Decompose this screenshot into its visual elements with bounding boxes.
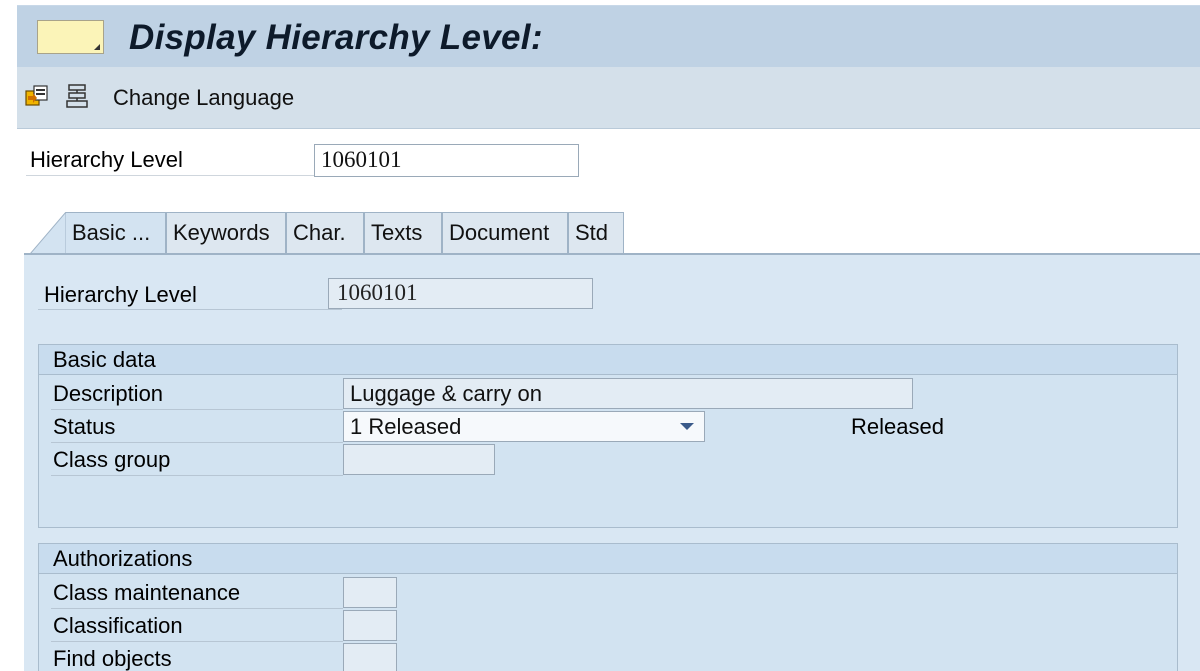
label-underline [38, 309, 342, 310]
class-group-label: Class group [53, 447, 171, 472]
label-underline [51, 409, 343, 410]
class-group-field [343, 444, 495, 475]
chevron-down-icon[interactable] [680, 423, 694, 430]
label-underline [26, 175, 316, 176]
copy-object-icon[interactable] [25, 80, 49, 112]
hierarchy-list-icon[interactable] [65, 80, 89, 112]
description-field: Luggage & carry on [343, 378, 913, 409]
label-underline [51, 442, 343, 443]
panel-hierarchy-level-label: Hierarchy Level [44, 282, 197, 307]
class-maintenance-label: Class maintenance [53, 580, 241, 605]
class-maintenance-row: Class maintenance [51, 577, 1173, 610]
application-toolbar: Change Language [17, 67, 1200, 129]
panel-hierarchy-level-field: 1060101 [328, 278, 593, 309]
tab-keywords[interactable]: Keywords [166, 212, 286, 254]
tab-document[interactable]: Document [442, 212, 568, 254]
resize-corner-icon [94, 44, 100, 50]
window-left-edge [0, 0, 17, 671]
find-objects-field [343, 643, 397, 671]
tab-basic[interactable]: Basic ... [66, 212, 166, 254]
find-objects-row: Find objects [53, 643, 1173, 671]
label-underline [51, 475, 343, 476]
hierarchy-level-label: Hierarchy Level [30, 147, 183, 172]
status-row: Status 1 Released Released [51, 411, 1173, 444]
title-bar: Display Hierarchy Level: [17, 5, 1200, 67]
hierarchy-level-input[interactable]: 1060101 [314, 144, 579, 177]
tab-slant-decoration [30, 212, 66, 254]
authorizations-group: Authorizations Class maintenance Classif… [38, 543, 1178, 671]
classification-label: Classification [53, 613, 183, 638]
status-dropdown[interactable]: 1 Released [343, 411, 705, 442]
tab-std[interactable]: Std [568, 212, 624, 254]
label-underline [51, 641, 343, 642]
classification-field [343, 610, 397, 641]
find-objects-label: Find objects [53, 646, 172, 671]
page-title: Display Hierarchy Level: [129, 18, 543, 57]
description-row: Description Luggage & carry on [51, 378, 1173, 411]
status-label: Status [53, 414, 116, 439]
authorizations-title: Authorizations [39, 544, 1177, 574]
change-language-button[interactable]: Change Language [113, 85, 294, 111]
label-underline [51, 608, 343, 609]
tab-texts[interactable]: Texts [364, 212, 442, 254]
status-selected-value: 1 Released [350, 414, 462, 439]
classification-row: Classification [51, 610, 1173, 643]
basic-data-group: Basic data Description Luggage & carry o… [38, 344, 1178, 528]
tab-char[interactable]: Char. [286, 212, 364, 254]
class-maintenance-field [343, 577, 397, 608]
command-field[interactable] [37, 20, 104, 54]
status-description: Released [851, 414, 944, 439]
tab-panel-basic: Hierarchy Level 1060101 Basic data Descr… [24, 255, 1200, 671]
class-group-row: Class group [51, 444, 1173, 477]
description-label: Description [53, 381, 164, 406]
basic-data-title: Basic data [39, 345, 1177, 375]
